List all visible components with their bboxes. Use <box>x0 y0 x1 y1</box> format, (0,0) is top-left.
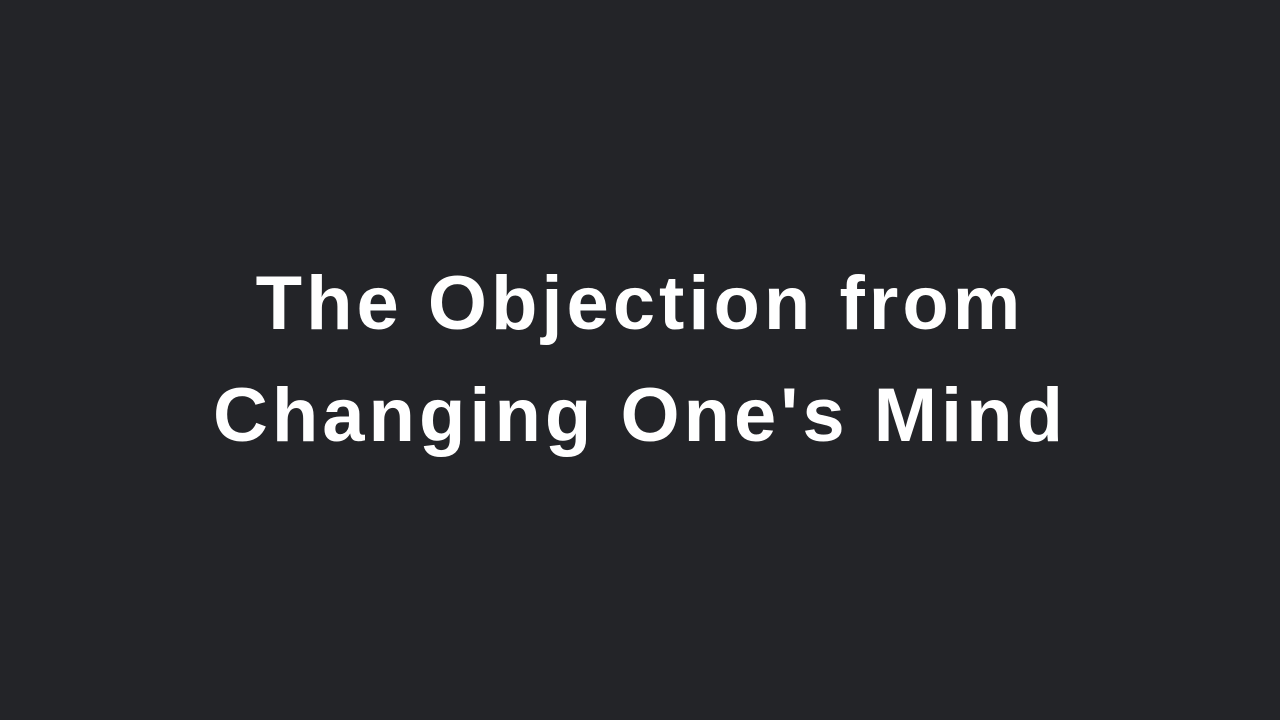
slide-title: The Objection from Changing One's Mind <box>213 248 1067 472</box>
slide-title-line-2: Changing One's Mind <box>212 373 1068 458</box>
title-slide: The Objection from Changing One's Mind <box>0 0 1280 720</box>
slide-title-line-1: The Objection from <box>255 261 1025 346</box>
